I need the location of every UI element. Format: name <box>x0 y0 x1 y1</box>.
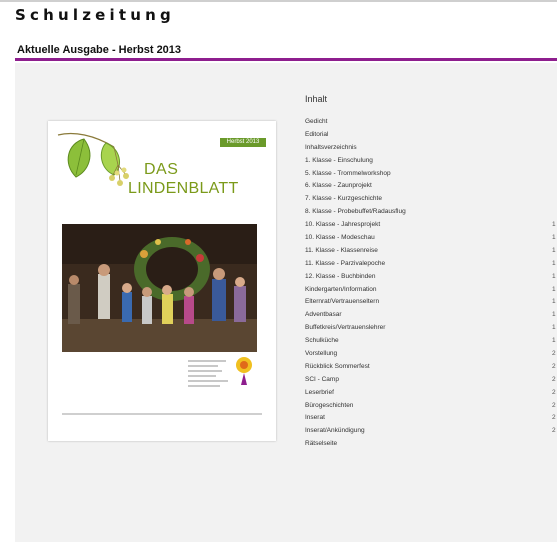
toc-item-page: 1 <box>552 285 556 293</box>
cover-title-line1: DAS <box>144 161 179 178</box>
toc-item-label: Vorstellung <box>305 350 338 358</box>
top-divider <box>0 0 557 2</box>
cover-footer-line <box>62 413 262 415</box>
site-title: Schulzeitung <box>15 6 175 24</box>
cover-photo <box>62 224 257 352</box>
toc-item[interactable]: Leserbrief 2 <box>305 387 557 400</box>
toc-item-label: 10. Klasse - Modeschau <box>305 234 375 242</box>
toc-item-label: 8. Klasse - Probebuffet/Radausflug <box>305 208 406 216</box>
toc-item-label: Rätselseite <box>305 440 338 448</box>
toc-item-label: 11. Klasse - Parzivalepoche <box>305 259 386 267</box>
toc-item-page: 2 <box>552 427 556 435</box>
toc-item[interactable]: Elternrat/Vertrauenseltern 1 <box>305 296 557 309</box>
toc-item-page: 1 <box>552 246 556 254</box>
toc-title: Inhalt <box>305 94 328 104</box>
toc-item-label: 1. Klasse - Einschulung <box>305 156 373 164</box>
toc-item-page: 1 <box>552 234 556 242</box>
toc-item-label: Adventbasar <box>305 311 342 319</box>
toc-item[interactable]: Inserat 2 <box>305 412 557 425</box>
toc-item[interactable]: Bürogeschichten 2 <box>305 400 557 413</box>
toc-item-page: 2 <box>552 362 556 370</box>
issue-badge: Herbst 2013 <box>220 138 266 147</box>
toc-item-page: 2 <box>552 375 556 383</box>
toc-item[interactable]: Rätselseite <box>305 438 557 451</box>
toc-item[interactable]: 1. Klasse - Einschulung <box>305 155 557 168</box>
toc-item-label: 10. Klasse - Jahresprojekt <box>305 221 381 229</box>
toc-item[interactable]: Rückblick Sommerfest 2 <box>305 361 557 374</box>
toc-item[interactable]: Editorial <box>305 129 557 142</box>
toc-item-page: 1 <box>552 311 556 319</box>
toc-item-label: Inserat <box>305 414 325 422</box>
toc-item[interactable]: 6. Klasse - Zaunprojekt <box>305 180 557 193</box>
toc-item-page: 1 <box>552 324 556 332</box>
toc-item[interactable]: 8. Klasse - Probebuffet/Radausflug <box>305 206 557 219</box>
toc-item-label: Editorial <box>305 130 329 138</box>
toc-item-label: Gedicht <box>305 118 328 125</box>
table-of-contents: Gedicht Editorial Inhaltsverzeichnis 1. … <box>305 116 557 451</box>
toc-item[interactable]: Inserat/Ankündigung 2 <box>305 425 557 438</box>
toc-item[interactable]: Buffetkreis/Vertrauenslehrer 1 <box>305 322 557 335</box>
toc-item[interactable]: 12. Klasse - Buchbinden 1 <box>305 271 557 284</box>
toc-item-label: Inserat/Ankündigung <box>305 427 365 435</box>
toc-item-label: Bürogeschichten <box>305 401 354 409</box>
toc-item-label: 5. Klasse - Trommelworkshop <box>305 169 391 177</box>
toc-item-page: 1 <box>552 272 556 280</box>
toc-item[interactable]: 10. Klasse - Jahresprojekt 1 <box>305 219 557 232</box>
toc-item[interactable]: Gedicht <box>305 116 557 129</box>
toc-item-label: Leserbrief <box>305 388 334 396</box>
toc-item[interactable]: 5. Klasse - Trommelworkshop <box>305 168 557 181</box>
toc-item-label: 11. Klasse - Klassenreise <box>305 246 378 254</box>
toc-item-page: 1 <box>552 221 556 229</box>
toc-item[interactable]: 11. Klasse - Parzivalepoche 1 <box>305 258 557 271</box>
toc-item[interactable]: Kindergarten/Information 1 <box>305 284 557 297</box>
toc-item-label: 12. Klasse - Buchbinden <box>305 272 376 280</box>
toc-item-label: Buffetkreis/Vertrauenslehrer <box>305 324 386 332</box>
toc-item-page: 2 <box>552 388 556 396</box>
toc-item-label: 7. Klasse - Kurzgeschichte <box>305 195 382 203</box>
toc-item[interactable]: 10. Klasse - Modeschau 1 <box>305 232 557 245</box>
toc-item-label: Rückblick Sommerfest <box>305 362 370 370</box>
toc-item-page: 2 <box>552 350 556 358</box>
toc-item-page: 2 <box>552 401 556 409</box>
school-logo-icon <box>236 357 252 385</box>
issue-heading: Aktuelle Ausgabe - Herbst 2013 <box>17 44 182 56</box>
toc-item[interactable]: SCI - Camp 2 <box>305 374 557 387</box>
toc-item[interactable]: 7. Klasse - Kurzgeschichte <box>305 193 557 206</box>
toc-item[interactable]: Vorstellung 2 <box>305 348 557 361</box>
toc-item[interactable]: 11. Klasse - Klassenreise 1 <box>305 245 557 258</box>
toc-item-page: 1 <box>552 337 556 345</box>
toc-item[interactable]: Adventbasar 1 <box>305 309 557 322</box>
toc-item-label: Kindergarten/Information <box>305 285 377 293</box>
toc-item-page: 1 <box>552 298 556 306</box>
toc-item-label: Schulküche <box>305 337 339 345</box>
toc-item-label: SCI - Camp <box>305 375 339 383</box>
magazine-cover[interactable]: Herbst 2013 DAS LINDENBLATT <box>48 121 276 441</box>
toc-item[interactable]: Inhaltsverzeichnis <box>305 142 557 155</box>
toc-item-page: 2 <box>552 414 556 422</box>
cover-title-line2: LINDENBLATT <box>128 180 239 197</box>
toc-item-label: Inhaltsverzeichnis <box>305 143 357 151</box>
toc-item-page: 1 <box>552 259 556 267</box>
cover-imprint <box>188 360 228 390</box>
toc-item-label: Elternrat/Vertrauenseltern <box>305 298 380 306</box>
accent-rule <box>15 58 557 61</box>
toc-item[interactable]: Schulküche 1 <box>305 335 557 348</box>
toc-item-label: 6. Klasse - Zaunprojekt <box>305 182 372 190</box>
